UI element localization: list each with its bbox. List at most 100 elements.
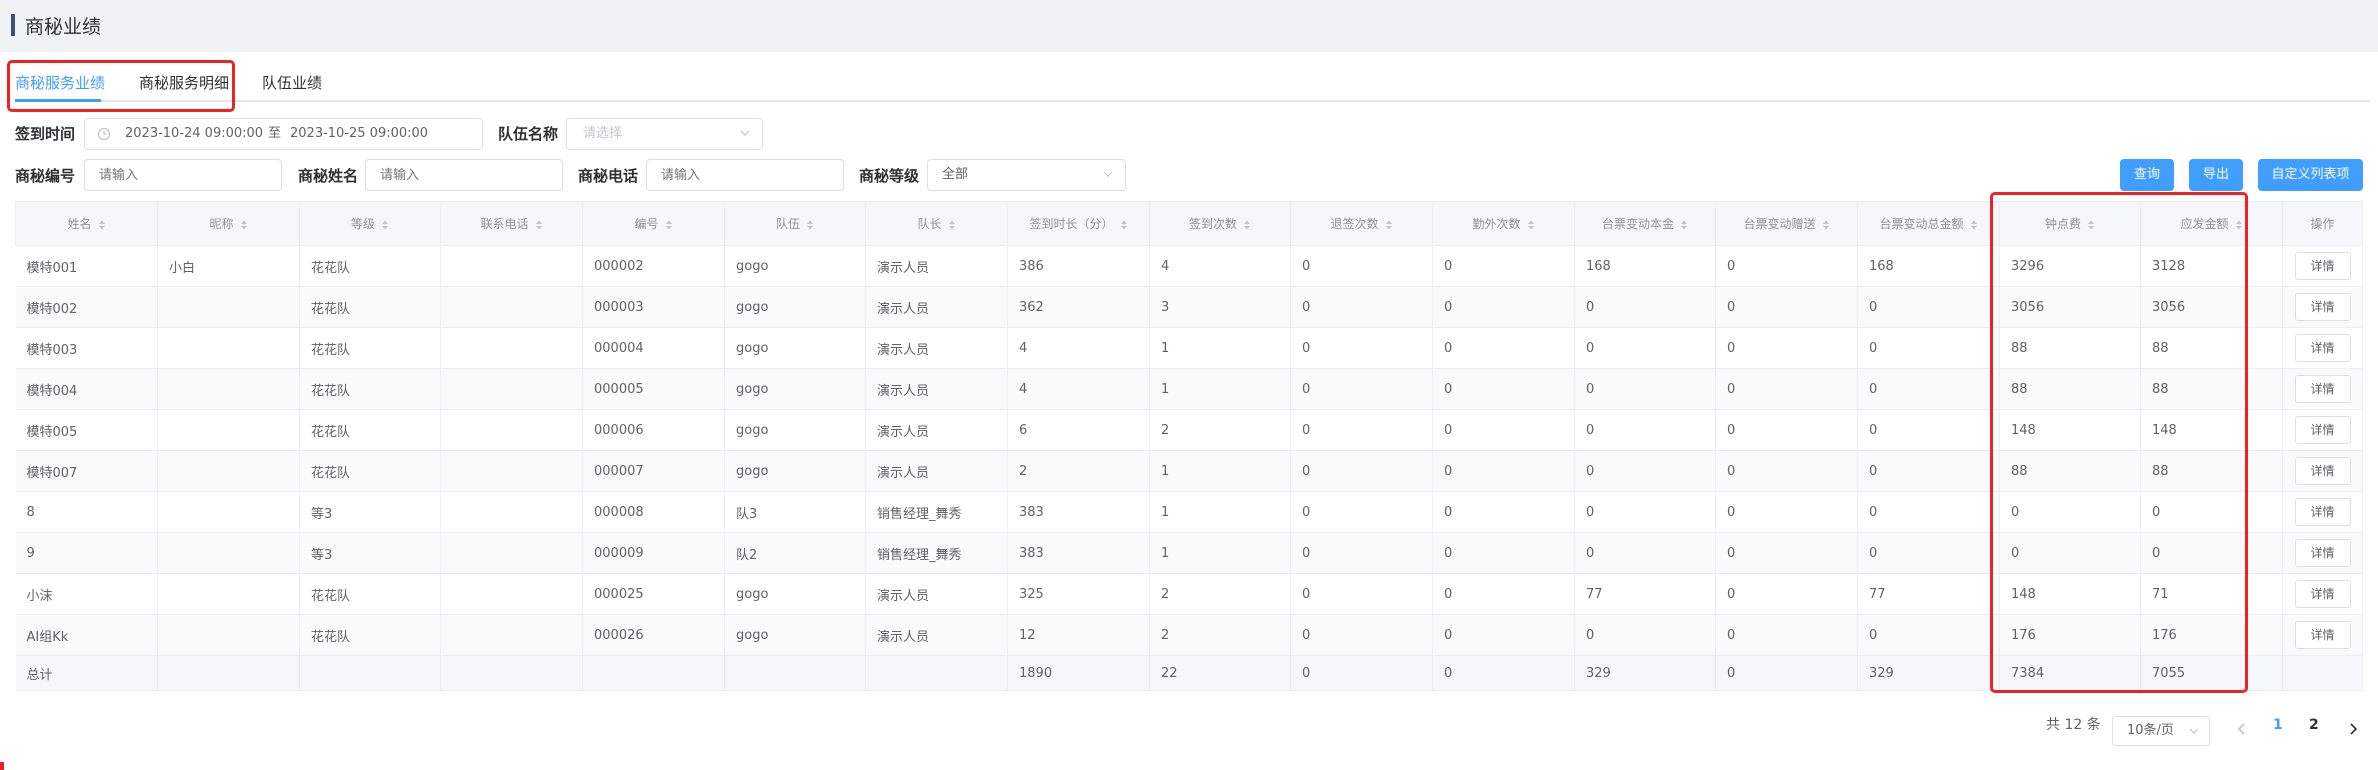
- chevron-down-icon: [2189, 728, 2199, 734]
- team-name-placeholder: 请选择: [583, 126, 623, 141]
- code-input[interactable]: [84, 159, 282, 191]
- table-cell: 销售经理_舞秀: [865, 532, 1008, 574]
- custom-columns-button[interactable]: 自定义列表项: [2258, 159, 2363, 191]
- table-cell: gogo: [724, 327, 866, 369]
- column-header[interactable]: 编号: [582, 201, 725, 246]
- total-cell: [157, 655, 300, 691]
- detail-button[interactable]: 详情: [2294, 457, 2351, 485]
- sort-icon[interactable]: [1385, 219, 1393, 231]
- column-header[interactable]: 台票变动赠送: [1715, 201, 1858, 246]
- column-header[interactable]: 台票变动本金: [1574, 201, 1716, 246]
- total-cell: [865, 655, 1008, 691]
- table-cell: 0: [1715, 491, 1858, 533]
- detail-button[interactable]: 详情: [2294, 375, 2351, 403]
- detail-button[interactable]: 详情: [2294, 252, 2351, 280]
- table-cell: 4: [1007, 327, 1150, 369]
- detail-button[interactable]: 详情: [2294, 580, 2351, 608]
- detail-button[interactable]: 详情: [2294, 621, 2351, 649]
- column-header[interactable]: 联系电话: [440, 201, 583, 246]
- sort-icon[interactable]: [240, 219, 248, 231]
- sort-icon[interactable]: [381, 219, 389, 231]
- detail-button[interactable]: 详情: [2294, 334, 2351, 362]
- tab-team-performance[interactable]: 队伍业绩: [262, 72, 322, 93]
- total-cell: 总计: [15, 655, 158, 691]
- detail-button[interactable]: 详情: [2294, 539, 2351, 567]
- export-button[interactable]: 导出: [2189, 159, 2243, 191]
- column-header-label: 联系电话: [480, 217, 529, 231]
- sort-icon[interactable]: [1822, 219, 1830, 231]
- table-cell: 演示人员: [865, 573, 1008, 615]
- column-header[interactable]: 队伍: [724, 201, 866, 246]
- page-size-select[interactable]: 10条/页: [2112, 716, 2210, 746]
- sort-icon[interactable]: [1680, 219, 1688, 231]
- table-cell: 000006: [582, 409, 725, 451]
- table-cell: 0: [1857, 286, 2000, 328]
- next-page-icon[interactable]: [2347, 722, 2359, 736]
- table-cell: 销售经理_舞秀: [865, 491, 1008, 533]
- table-cell: [157, 327, 300, 369]
- table-cell: 花花队: [299, 450, 441, 492]
- table-cell: 0: [1574, 491, 1716, 533]
- column-header[interactable]: 姓名: [15, 201, 158, 246]
- column-header[interactable]: 签到次数: [1149, 201, 1291, 246]
- column-header[interactable]: 台票变动总金额: [1857, 201, 2000, 246]
- sort-icon[interactable]: [98, 219, 106, 231]
- table-cell: [157, 368, 300, 410]
- table-cell: 0: [1857, 368, 2000, 410]
- table-cell: 0: [1715, 327, 1858, 369]
- column-header[interactable]: 勤外次数: [1432, 201, 1575, 246]
- query-button[interactable]: 查询: [2120, 159, 2174, 191]
- column-header-label: 姓名: [67, 217, 92, 231]
- column-header[interactable]: 等级: [299, 201, 441, 246]
- table-cell: [440, 286, 583, 328]
- page-number-2[interactable]: 2: [2309, 717, 2319, 733]
- sort-icon[interactable]: [1120, 219, 1128, 231]
- prev-page-icon[interactable]: [2236, 722, 2248, 736]
- table-cell: 模特005: [15, 409, 158, 451]
- phone-input[interactable]: [646, 159, 844, 191]
- detail-button[interactable]: 详情: [2294, 416, 2351, 444]
- sort-icon[interactable]: [1970, 219, 1978, 231]
- page-size-value: 10条/页: [2127, 723, 2174, 738]
- column-header[interactable]: 队长: [865, 201, 1008, 246]
- name-input[interactable]: [365, 159, 563, 191]
- table-cell: [440, 614, 583, 656]
- table-cell: 2: [1149, 614, 1291, 656]
- team-name-select[interactable]: 请选择: [566, 118, 763, 150]
- sort-icon[interactable]: [1243, 219, 1251, 231]
- level-select[interactable]: 全部: [927, 159, 1126, 191]
- table-cell: 模特004: [15, 368, 158, 410]
- column-header-label: 退签次数: [1330, 217, 1379, 231]
- table-cell: [157, 614, 300, 656]
- column-header-label: 等级: [350, 217, 375, 231]
- column-header[interactable]: 昵称: [157, 201, 300, 246]
- column-header-label: 台票变动本金: [1601, 217, 1674, 231]
- table-cell: [440, 532, 583, 574]
- sort-icon[interactable]: [948, 219, 956, 231]
- table-cell: 0: [1715, 450, 1858, 492]
- table-cell: 0: [1432, 491, 1575, 533]
- table-cell: 0: [1290, 245, 1433, 287]
- table-cell: 模特007: [15, 450, 158, 492]
- checkin-time-label: 签到时间: [15, 125, 76, 143]
- sort-icon[interactable]: [665, 219, 673, 231]
- sort-icon[interactable]: [806, 219, 814, 231]
- table-cell: 模特001: [15, 245, 158, 287]
- column-header[interactable]: 退签次数: [1290, 201, 1433, 246]
- column-header[interactable]: 签到时长（分）: [1007, 201, 1150, 246]
- table-cell: 演示人员: [865, 286, 1008, 328]
- checkin-date-range[interactable]: 2023-10-24 09:00:00 至 2023-10-25 09:00:0…: [84, 118, 483, 150]
- detail-button[interactable]: 详情: [2294, 498, 2351, 526]
- detail-button[interactable]: 详情: [2294, 293, 2351, 321]
- table-cell: 3: [1149, 286, 1291, 328]
- total-cell: [2282, 655, 2363, 691]
- clock-icon: [97, 127, 111, 141]
- table-cell: [440, 327, 583, 369]
- sort-icon[interactable]: [1527, 219, 1535, 231]
- table-cell: 000003: [582, 286, 725, 328]
- table-cell: 2: [1149, 409, 1291, 451]
- table-cell: [440, 409, 583, 451]
- table-cell: 386: [1007, 245, 1150, 287]
- sort-icon[interactable]: [535, 219, 543, 231]
- page-number-1[interactable]: 1: [2273, 717, 2283, 733]
